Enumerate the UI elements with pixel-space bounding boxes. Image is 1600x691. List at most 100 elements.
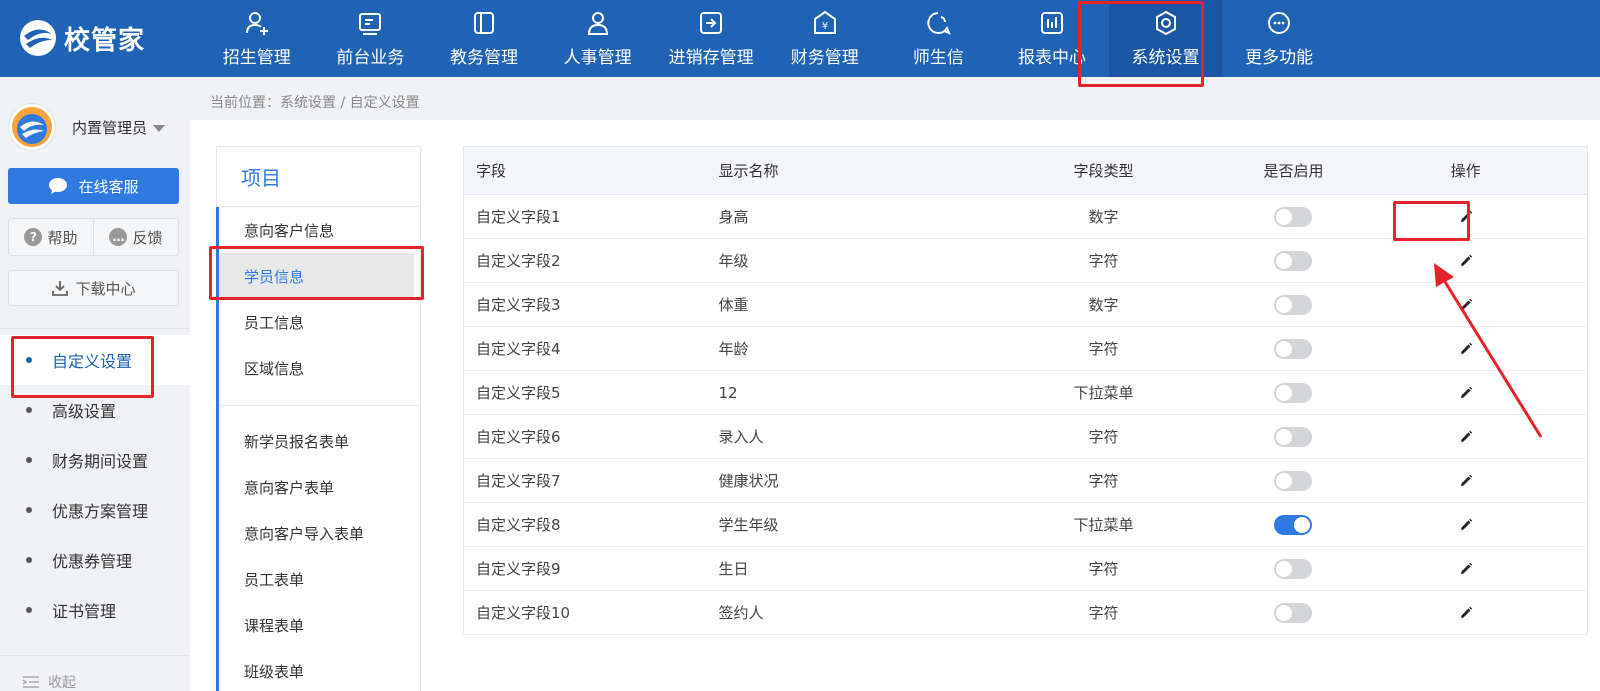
enabled-cell (1207, 370, 1380, 415)
enabled-toggle[interactable] (1274, 514, 1313, 535)
field-cell: 自定义字段2 (463, 238, 719, 283)
nav-item-person[interactable]: 人事管理 (541, 0, 655, 77)
sidebar-menu-item[interactable]: 优惠券管理 (0, 535, 190, 585)
edit-pencil-icon[interactable] (1459, 210, 1473, 224)
sidebar-menu-label: 优惠方案管理 (52, 502, 149, 521)
nav-item-more[interactable]: 更多功能 (1222, 0, 1336, 77)
enabled-cell (1207, 414, 1380, 459)
question-icon: ? (24, 228, 43, 246)
category-item[interactable]: 意向客户表单 (217, 464, 420, 510)
bullet-icon (26, 357, 32, 363)
nav-item-arrow-box[interactable]: 进销存管理 (654, 0, 768, 77)
nav-item-label: 更多功能 (1245, 48, 1314, 68)
nav-item-user-plus[interactable]: 招生管理 (200, 0, 314, 77)
main-nav: 招生管理 前台业务 教务管理 人事管理 进销存管理 ¥ 财务管理 师生信 报表中心 系统设置 更多功… (200, 0, 1336, 77)
brand-name: 校管家 (64, 25, 146, 56)
logo-icon (20, 20, 56, 56)
user-name: 内置管理员 (72, 117, 166, 138)
enabled-cell (1207, 326, 1380, 371)
nav-item-bar-chart[interactable]: 报表中心 (995, 0, 1109, 77)
monitor-icon (356, 9, 384, 37)
category-item[interactable]: 班级表单 (217, 648, 420, 691)
action-cell (1379, 502, 1589, 547)
enabled-toggle[interactable] (1274, 382, 1313, 403)
edit-pencil-icon[interactable] (1459, 474, 1473, 488)
field-cell: 自定义字段5 (463, 370, 719, 415)
category-item[interactable]: 员工信息 (217, 299, 420, 345)
brand-logo[interactable]: 校管家 (18, 18, 145, 58)
sidebar-menu-label: 高级设置 (52, 402, 117, 421)
feedback-icon: … (109, 228, 128, 246)
enabled-toggle[interactable] (1274, 206, 1313, 227)
nav-item-label: 系统设置 (1131, 48, 1200, 68)
category-item[interactable]: 区域信息 (217, 345, 420, 391)
collapse-icon (22, 676, 39, 688)
nav-item-yen[interactable]: ¥ 财务管理 (768, 0, 882, 77)
enabled-cell (1207, 590, 1380, 635)
table-row: 自定义字段2 年级 字符 (463, 238, 1589, 283)
enabled-toggle[interactable] (1274, 470, 1313, 491)
chevron-down-icon[interactable] (153, 124, 166, 132)
enabled-cell (1207, 238, 1380, 283)
help-button[interactable]: ? 帮助 (9, 219, 93, 255)
bullet-icon (26, 557, 32, 563)
feedback-label: 反馈 (132, 228, 163, 247)
nav-item-monitor[interactable]: 前台业务 (314, 0, 428, 77)
top-navigation-bar: 校管家 招生管理 前台业务 教务管理 人事管理 进销存管理 ¥ 财务管理 师生信 报表中心 系统设… (0, 0, 1600, 77)
header-display-name: 显示名称 (718, 146, 1000, 195)
edit-pencil-icon[interactable] (1459, 518, 1473, 532)
category-item[interactable]: 学员信息 (217, 253, 414, 299)
category-item[interactable]: 意向客户导入表单 (217, 510, 420, 556)
field-type-cell: 下拉菜单 (999, 502, 1208, 547)
nav-item-book[interactable]: 教务管理 (427, 0, 541, 77)
sidebar-divider (0, 328, 190, 329)
feedback-button[interactable]: … 反馈 (93, 219, 178, 255)
enabled-toggle[interactable] (1274, 294, 1313, 315)
chat-icon (924, 9, 952, 37)
online-service-label: 在线客服 (78, 177, 139, 196)
category-item[interactable]: 员工表单 (217, 556, 420, 602)
nav-item-label: 师生信 (912, 48, 964, 68)
display-name-cell: 生日 (718, 546, 1000, 591)
sidebar-menu-label: 证书管理 (52, 602, 117, 621)
action-cell (1379, 546, 1589, 591)
category-item[interactable]: 新学员报名表单 (217, 418, 420, 464)
display-name-cell: 学生年级 (718, 502, 1000, 547)
sidebar-menu-item[interactable]: 证书管理 (0, 585, 190, 635)
category-item[interactable]: 意向客户信息 (217, 207, 420, 253)
sidebar-menu-item[interactable]: 优惠方案管理 (0, 485, 190, 535)
nav-item-label: 财务管理 (790, 48, 859, 68)
enabled-toggle[interactable] (1274, 602, 1313, 623)
download-center-button[interactable]: 下载中心 (8, 270, 179, 306)
action-cell (1379, 590, 1589, 635)
field-type-cell: 字符 (999, 590, 1208, 635)
enabled-toggle[interactable] (1274, 338, 1313, 359)
help-label: 帮助 (47, 228, 78, 247)
nav-item-label: 教务管理 (449, 48, 518, 68)
user-profile[interactable]: 内置管理员 (8, 103, 166, 151)
action-cell (1379, 458, 1589, 503)
enabled-cell (1207, 282, 1380, 327)
nav-item-chat[interactable]: 师生信 (882, 0, 996, 77)
display-name-cell: 年级 (718, 238, 1000, 283)
enabled-toggle[interactable] (1274, 250, 1313, 271)
sidebar-divider (0, 655, 190, 656)
sidebar-menu-item[interactable]: 自定义设置 (0, 335, 190, 385)
help-feedback-row: ? 帮助 … 反馈 (8, 218, 179, 256)
enabled-toggle[interactable] (1274, 426, 1313, 447)
sidebar-menu-item[interactable]: 财务期间设置 (0, 435, 190, 485)
download-icon (52, 281, 69, 296)
field-type-cell: 字符 (999, 414, 1208, 459)
nav-item-gear[interactable]: 系统设置 (1108, 0, 1223, 77)
field-cell: 自定义字段7 (463, 458, 719, 503)
breadcrumb: 当前位置：系统设置 / 自定义设置 (210, 95, 420, 111)
sidebar-menu-item[interactable]: 高级设置 (0, 385, 190, 435)
edit-pencil-icon[interactable] (1459, 606, 1473, 620)
person-icon (584, 9, 612, 37)
edit-pencil-icon[interactable] (1459, 562, 1473, 576)
left-sidebar: 内置管理员 在线客服 ? 帮助 … 反馈 下载中心 自定义设置 高级设置 财务期间设置优… (0, 77, 190, 691)
category-item[interactable]: 课程表单 (217, 602, 420, 648)
collapse-button[interactable]: 收起 (22, 672, 76, 691)
online-service-button[interactable]: 在线客服 (8, 168, 179, 204)
enabled-toggle[interactable] (1274, 558, 1313, 579)
